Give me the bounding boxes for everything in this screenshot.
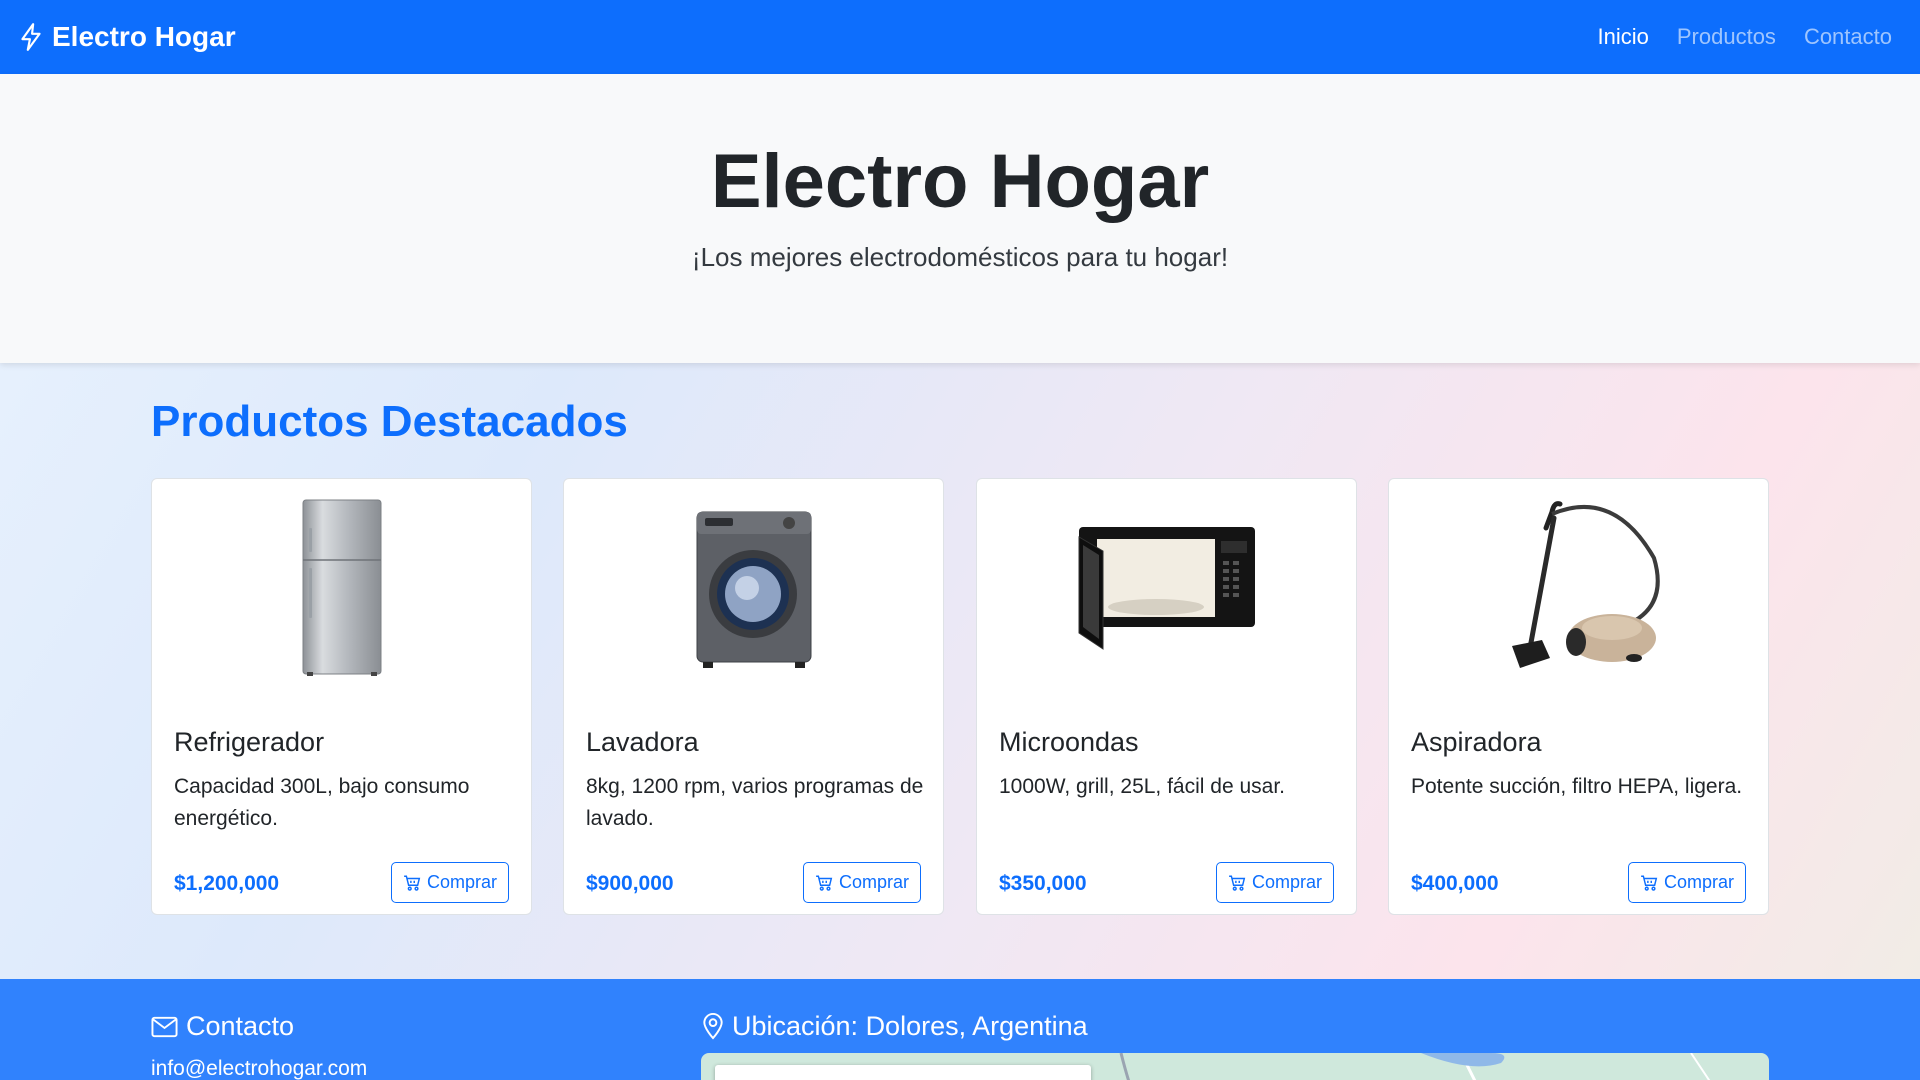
footer: Contacto info@electrohogar.com Ubicación… — [0, 979, 1920, 1080]
nav-link-contacto[interactable]: Contacto — [1804, 24, 1892, 50]
location-heading-text: Ubicación: Dolores, Argentina — [732, 1011, 1088, 1041]
buy-button-aspiradora[interactable]: Comprar — [1627, 862, 1746, 903]
hero-subtitle: ¡Los mejores electrodomésticos para tu h… — [691, 242, 1229, 272]
cart-icon — [1641, 875, 1658, 891]
lightning-icon — [21, 23, 41, 51]
buy-button-microondas[interactable]: Comprar — [1215, 862, 1334, 903]
product-description: 8kg, 1200 rpm, varios programas de lavad… — [586, 775, 924, 830]
products-heading: Productos Destacados — [151, 397, 628, 446]
refrigerator-image — [152, 493, 531, 683]
location-map[interactable] — [701, 1053, 1769, 1080]
washing-machine-image — [564, 493, 943, 683]
hero: Electro Hogar ¡Los mejores electrodomést… — [0, 74, 1920, 363]
navbar: Electro Hogar Inicio Productos Contacto — [0, 0, 1920, 74]
product-price: $400,000 — [1411, 872, 1499, 895]
product-description: 1000W, grill, 25L, fácil de usar. — [999, 775, 1285, 798]
buy-button-lavadora[interactable]: Comprar — [802, 862, 921, 903]
nav-link-productos[interactable]: Productos — [1677, 24, 1776, 50]
location-heading: Ubicación: Dolores, Argentina — [702, 1011, 1088, 1042]
map-info-panel — [715, 1065, 1091, 1080]
buy-button-refrigerador[interactable]: Comprar — [390, 862, 509, 903]
product-name: Refrigerador — [174, 727, 325, 757]
vacuum-cleaner-image — [1389, 493, 1768, 683]
product-price: $1,200,000 — [174, 872, 280, 895]
product-card-refrigerador: Refrigerador Capacidad 300L, bajo consum… — [151, 478, 532, 915]
product-name: Microondas — [999, 727, 1139, 757]
products-section: Productos Destacados Refrigerador Capaci… — [0, 363, 1920, 979]
brand[interactable]: Electro Hogar — [18, 21, 236, 53]
buy-button-label: Comprar — [1251, 872, 1322, 892]
cart-icon — [1229, 875, 1246, 891]
product-name: Aspiradora — [1411, 727, 1542, 757]
contact-heading: Contacto — [151, 1011, 294, 1042]
map-pin-icon — [703, 1013, 723, 1040]
nav-link-inicio[interactable]: Inicio — [1598, 24, 1649, 50]
contact-heading-text: Contacto — [186, 1011, 295, 1041]
product-price: $350,000 — [999, 872, 1087, 895]
buy-button-label: Comprar — [426, 872, 497, 892]
product-card-microondas: Microondas 1000W, grill, 25L, fácil de u… — [976, 478, 1357, 915]
product-description: Potente succión, filtro HEPA, ligera. — [1411, 775, 1743, 798]
product-name: Lavadora — [586, 727, 699, 757]
microwave-image — [977, 493, 1356, 683]
buy-button-label: Comprar — [838, 872, 909, 892]
product-description: Capacidad 300L, bajo consumo energético. — [174, 775, 470, 830]
product-price: $900,000 — [586, 872, 674, 895]
hero-title: Electro Hogar — [710, 139, 1210, 224]
nav-links: Inicio Productos Contacto — [1598, 24, 1892, 50]
envelope-icon — [151, 1016, 178, 1037]
product-card-lavadora: Lavadora 8kg, 1200 rpm, varios programas… — [563, 478, 944, 915]
cart-icon — [816, 875, 833, 891]
contact-email-link[interactable]: info@electrohogar.com — [151, 1057, 367, 1080]
product-card-aspiradora: Aspiradora Potente succión, filtro HEPA,… — [1388, 478, 1769, 915]
buy-button-label: Comprar — [1663, 872, 1734, 892]
brand-name: Electro Hogar — [52, 21, 236, 52]
cart-icon — [404, 875, 421, 891]
